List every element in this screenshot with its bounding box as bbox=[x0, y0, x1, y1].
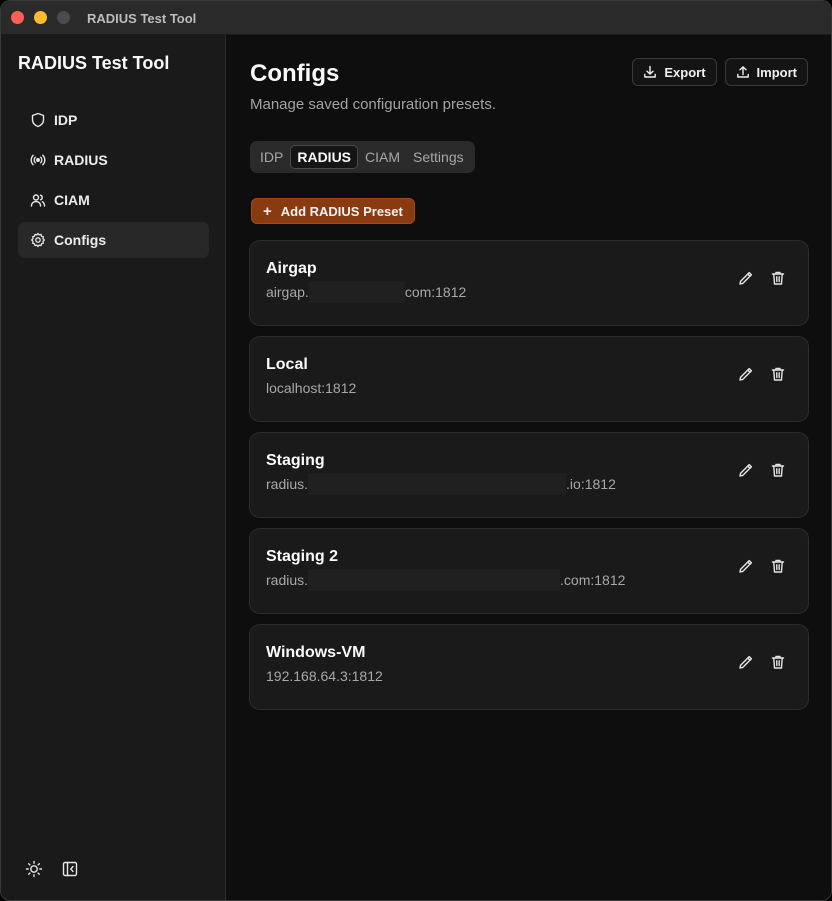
config-tabs: IDP RADIUS CIAM Settings bbox=[250, 141, 475, 173]
trash-icon[interactable] bbox=[770, 558, 786, 574]
preset-name: Staging 2 bbox=[266, 548, 339, 565]
sidebar-item-configs[interactable]: Configs bbox=[18, 222, 209, 258]
sidebar-footer bbox=[25, 860, 79, 878]
import-button[interactable]: Import bbox=[724, 58, 808, 86]
preset-card: Airgap airgap. com:1812 bbox=[249, 240, 809, 326]
sidebar-item-ciam[interactable]: CIAM bbox=[18, 182, 209, 218]
preset-card: Staging 2 radius. .com:1812 bbox=[249, 528, 809, 614]
sidebar-item-label: Configs bbox=[54, 232, 107, 248]
gear-icon bbox=[30, 232, 46, 248]
preset-name: Airgap bbox=[266, 260, 317, 277]
sidebar: RADIUS Test Tool IDP RADIUS CIAM Configs bbox=[1, 35, 226, 900]
preset-card: Windows-VM 192.168.64.3:1812 bbox=[249, 624, 809, 710]
export-label: Export bbox=[664, 64, 706, 80]
edit-icon[interactable] bbox=[738, 558, 754, 574]
sidebar-item-label: CIAM bbox=[54, 192, 90, 208]
sun-icon[interactable] bbox=[25, 860, 43, 878]
preset-card: Local localhost:1812 bbox=[249, 336, 809, 422]
import-label: Import bbox=[756, 64, 797, 80]
download-icon bbox=[644, 65, 657, 78]
redacted-block bbox=[308, 473, 567, 495]
maximize-window-button[interactable] bbox=[57, 11, 70, 24]
sidebar-nav: IDP RADIUS CIAM Configs bbox=[18, 102, 209, 262]
edit-icon[interactable] bbox=[738, 462, 754, 478]
users-icon bbox=[30, 192, 46, 208]
tab-idp[interactable]: IDP bbox=[254, 146, 289, 168]
export-button[interactable]: Export bbox=[632, 58, 717, 86]
tab-radius[interactable]: RADIUS bbox=[290, 145, 359, 169]
sidebar-item-label: IDP bbox=[54, 112, 78, 128]
preset-host: radius. .io:1812 bbox=[266, 473, 616, 495]
upload-icon bbox=[736, 66, 749, 78]
tab-ciam[interactable]: CIAM bbox=[359, 146, 406, 168]
add-radius-preset-button[interactable]: + Add RADIUS Preset bbox=[251, 198, 415, 224]
shield-icon bbox=[30, 112, 46, 128]
add-preset-label: Add RADIUS Preset bbox=[280, 203, 403, 219]
trash-icon[interactable] bbox=[770, 462, 786, 478]
preset-name: Windows-VM bbox=[266, 644, 366, 661]
trash-icon[interactable] bbox=[770, 270, 786, 286]
app-title: RADIUS Test Tool bbox=[18, 53, 170, 73]
preset-host: 192.168.64.3:1812 bbox=[266, 668, 383, 684]
redacted-block bbox=[308, 281, 405, 303]
sidebar-collapse-icon[interactable] bbox=[61, 860, 79, 878]
preset-name: Local bbox=[266, 356, 308, 373]
preset-actions bbox=[738, 366, 786, 382]
radio-signal-icon bbox=[30, 152, 46, 168]
preset-name: Staging bbox=[266, 452, 325, 469]
main-content: Configs Manage saved configuration prese… bbox=[226, 35, 831, 900]
trash-icon[interactable] bbox=[770, 366, 786, 382]
sidebar-item-label: RADIUS bbox=[54, 152, 108, 168]
preset-card: Staging radius. .io:1812 bbox=[249, 432, 809, 518]
preset-actions bbox=[738, 462, 786, 478]
minimize-window-button[interactable] bbox=[34, 11, 47, 24]
preset-host: radius. .com:1812 bbox=[266, 569, 625, 591]
top-actions: Export Import bbox=[632, 58, 808, 86]
preset-host: localhost:1812 bbox=[266, 380, 357, 396]
preset-host: airgap. com:1812 bbox=[266, 281, 466, 303]
edit-icon[interactable] bbox=[738, 366, 754, 382]
preset-actions bbox=[738, 654, 786, 670]
preset-list: Airgap airgap. com:1812 Local localhost:1… bbox=[249, 240, 809, 720]
edit-icon[interactable] bbox=[738, 270, 754, 286]
page-subtitle: Manage saved configuration presets. bbox=[250, 96, 496, 113]
app-window: RADIUS Test Tool RADIUS Test Tool IDP RA… bbox=[0, 0, 832, 901]
trash-icon[interactable] bbox=[770, 654, 786, 670]
redacted-block bbox=[308, 569, 561, 591]
sidebar-item-idp[interactable]: IDP bbox=[18, 102, 209, 138]
close-window-button[interactable] bbox=[11, 11, 24, 24]
title-bar: RADIUS Test Tool bbox=[1, 1, 831, 35]
preset-actions bbox=[738, 270, 786, 286]
page-title: Configs bbox=[250, 60, 340, 87]
tab-settings[interactable]: Settings bbox=[407, 146, 470, 168]
preset-actions bbox=[738, 558, 786, 574]
sidebar-item-radius[interactable]: RADIUS bbox=[18, 142, 209, 178]
plus-icon: + bbox=[263, 202, 272, 220]
window-title: RADIUS Test Tool bbox=[87, 11, 197, 26]
edit-icon[interactable] bbox=[738, 654, 754, 670]
